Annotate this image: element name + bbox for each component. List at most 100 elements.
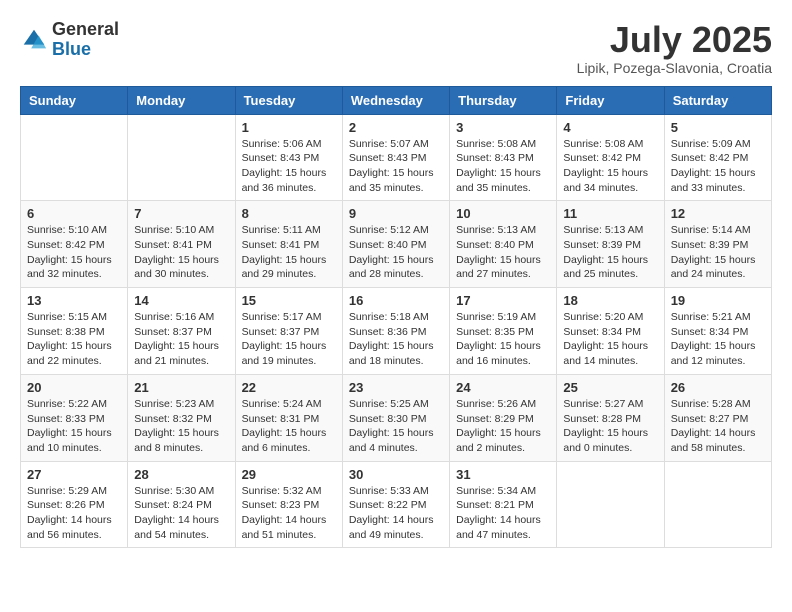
day-number: 27	[27, 467, 121, 482]
day-info: Sunrise: 5:14 AM Sunset: 8:39 PM Dayligh…	[671, 223, 765, 282]
calendar-cell: 30 Sunrise: 5:33 AM Sunset: 8:22 PM Dayli…	[342, 461, 449, 548]
day-number: 2	[349, 120, 443, 135]
calendar-cell: 11Sunrise: 5:13 AM Sunset: 8:39 PM Dayli…	[557, 201, 664, 288]
day-info: Sunrise: 5:34 AM Sunset: 8:21 PM Dayligh…	[456, 484, 550, 543]
day-number: 29	[242, 467, 336, 482]
logo-text: General Blue	[52, 20, 119, 60]
day-info: Sunrise: 5:13 AM Sunset: 8:39 PM Dayligh…	[563, 223, 657, 282]
calendar-day-header: Sunday	[21, 86, 128, 114]
day-number: 15	[242, 293, 336, 308]
day-number: 22	[242, 380, 336, 395]
day-info: Sunrise: 5:16 AM Sunset: 8:37 PM Dayligh…	[134, 310, 228, 369]
day-info: Sunrise: 5:08 AM Sunset: 8:42 PM Dayligh…	[563, 137, 657, 196]
calendar-week-row: 1 Sunrise: 5:06 AM Sunset: 8:43 PM Daylig…	[21, 114, 772, 201]
day-number: 30	[349, 467, 443, 482]
day-info: Sunrise: 5:11 AM Sunset: 8:41 PM Dayligh…	[242, 223, 336, 282]
day-number: 5	[671, 120, 765, 135]
day-number: 17	[456, 293, 550, 308]
day-info: Sunrise: 5:10 AM Sunset: 8:42 PM Dayligh…	[27, 223, 121, 282]
calendar-day-header: Monday	[128, 86, 235, 114]
calendar-day-header: Saturday	[664, 86, 771, 114]
calendar-cell: 31Sunrise: 5:34 AM Sunset: 8:21 PM Dayli…	[450, 461, 557, 548]
calendar-cell: 1 Sunrise: 5:06 AM Sunset: 8:43 PM Daylig…	[235, 114, 342, 201]
calendar-cell: 10Sunrise: 5:13 AM Sunset: 8:40 PM Dayli…	[450, 201, 557, 288]
calendar-cell: 29 Sunrise: 5:32 AM Sunset: 8:23 PM Dayli…	[235, 461, 342, 548]
calendar-cell	[557, 461, 664, 548]
logo-general: General	[52, 19, 119, 39]
day-number: 23	[349, 380, 443, 395]
day-number: 16	[349, 293, 443, 308]
calendar-cell: 21 Sunrise: 5:23 AM Sunset: 8:32 PM Dayli…	[128, 374, 235, 461]
day-info: Sunrise: 5:15 AM Sunset: 8:38 PM Dayligh…	[27, 310, 121, 369]
calendar-cell: 12 Sunrise: 5:14 AM Sunset: 8:39 PM Dayli…	[664, 201, 771, 288]
day-info: Sunrise: 5:10 AM Sunset: 8:41 PM Dayligh…	[134, 223, 228, 282]
calendar-cell: 8 Sunrise: 5:11 AM Sunset: 8:41 PM Daylig…	[235, 201, 342, 288]
calendar-cell: 23 Sunrise: 5:25 AM Sunset: 8:30 PM Dayli…	[342, 374, 449, 461]
day-info: Sunrise: 5:09 AM Sunset: 8:42 PM Dayligh…	[671, 137, 765, 196]
day-info: Sunrise: 5:25 AM Sunset: 8:30 PM Dayligh…	[349, 397, 443, 456]
calendar-day-header: Tuesday	[235, 86, 342, 114]
day-number: 8	[242, 206, 336, 221]
day-info: Sunrise: 5:19 AM Sunset: 8:35 PM Dayligh…	[456, 310, 550, 369]
calendar-cell: 6 Sunrise: 5:10 AM Sunset: 8:42 PM Daylig…	[21, 201, 128, 288]
calendar-week-row: 20 Sunrise: 5:22 AM Sunset: 8:33 PM Dayli…	[21, 374, 772, 461]
calendar-day-header: Friday	[557, 86, 664, 114]
day-number: 7	[134, 206, 228, 221]
calendar-cell: 14Sunrise: 5:16 AM Sunset: 8:37 PM Dayli…	[128, 288, 235, 375]
calendar-cell: 24 Sunrise: 5:26 AM Sunset: 8:29 PM Dayli…	[450, 374, 557, 461]
day-info: Sunrise: 5:28 AM Sunset: 8:27 PM Dayligh…	[671, 397, 765, 456]
day-info: Sunrise: 5:23 AM Sunset: 8:32 PM Dayligh…	[134, 397, 228, 456]
day-info: Sunrise: 5:07 AM Sunset: 8:43 PM Dayligh…	[349, 137, 443, 196]
logo-icon	[20, 26, 48, 54]
logo-blue: Blue	[52, 39, 91, 59]
day-number: 26	[671, 380, 765, 395]
calendar-week-row: 13 Sunrise: 5:15 AM Sunset: 8:38 PM Dayli…	[21, 288, 772, 375]
calendar-cell: 3Sunrise: 5:08 AM Sunset: 8:43 PM Daylig…	[450, 114, 557, 201]
day-info: Sunrise: 5:24 AM Sunset: 8:31 PM Dayligh…	[242, 397, 336, 456]
day-number: 4	[563, 120, 657, 135]
calendar-cell: 25 Sunrise: 5:27 AM Sunset: 8:28 PM Dayli…	[557, 374, 664, 461]
calendar-cell: 5 Sunrise: 5:09 AM Sunset: 8:42 PM Daylig…	[664, 114, 771, 201]
day-number: 13	[27, 293, 121, 308]
day-info: Sunrise: 5:26 AM Sunset: 8:29 PM Dayligh…	[456, 397, 550, 456]
calendar-day-header: Thursday	[450, 86, 557, 114]
logo: General Blue	[20, 20, 119, 60]
day-number: 21	[134, 380, 228, 395]
day-info: Sunrise: 5:32 AM Sunset: 8:23 PM Dayligh…	[242, 484, 336, 543]
day-number: 28	[134, 467, 228, 482]
day-info: Sunrise: 5:17 AM Sunset: 8:37 PM Dayligh…	[242, 310, 336, 369]
day-info: Sunrise: 5:18 AM Sunset: 8:36 PM Dayligh…	[349, 310, 443, 369]
calendar-cell: 26 Sunrise: 5:28 AM Sunset: 8:27 PM Dayli…	[664, 374, 771, 461]
calendar-day-header: Wednesday	[342, 86, 449, 114]
day-info: Sunrise: 5:29 AM Sunset: 8:26 PM Dayligh…	[27, 484, 121, 543]
calendar-cell: 28 Sunrise: 5:30 AM Sunset: 8:24 PM Dayli…	[128, 461, 235, 548]
calendar-cell: 7 Sunrise: 5:10 AM Sunset: 8:41 PM Daylig…	[128, 201, 235, 288]
day-info: Sunrise: 5:06 AM Sunset: 8:43 PM Dayligh…	[242, 137, 336, 196]
calendar-week-row: 27 Sunrise: 5:29 AM Sunset: 8:26 PM Dayli…	[21, 461, 772, 548]
day-number: 12	[671, 206, 765, 221]
day-info: Sunrise: 5:22 AM Sunset: 8:33 PM Dayligh…	[27, 397, 121, 456]
page-header: General Blue July 2025 Lipik, Pozega-Sla…	[20, 20, 772, 76]
day-number: 24	[456, 380, 550, 395]
calendar-cell: 2 Sunrise: 5:07 AM Sunset: 8:43 PM Daylig…	[342, 114, 449, 201]
calendar-cell: 27 Sunrise: 5:29 AM Sunset: 8:26 PM Dayli…	[21, 461, 128, 548]
day-number: 25	[563, 380, 657, 395]
day-number: 6	[27, 206, 121, 221]
calendar-cell: 22 Sunrise: 5:24 AM Sunset: 8:31 PM Dayli…	[235, 374, 342, 461]
calendar-cell: 15 Sunrise: 5:17 AM Sunset: 8:37 PM Dayli…	[235, 288, 342, 375]
day-number: 1	[242, 120, 336, 135]
day-info: Sunrise: 5:20 AM Sunset: 8:34 PM Dayligh…	[563, 310, 657, 369]
calendar-week-row: 6 Sunrise: 5:10 AM Sunset: 8:42 PM Daylig…	[21, 201, 772, 288]
day-info: Sunrise: 5:30 AM Sunset: 8:24 PM Dayligh…	[134, 484, 228, 543]
day-info: Sunrise: 5:12 AM Sunset: 8:40 PM Dayligh…	[349, 223, 443, 282]
main-title: July 2025	[577, 20, 772, 60]
day-info: Sunrise: 5:13 AM Sunset: 8:40 PM Dayligh…	[456, 223, 550, 282]
calendar-cell: 19Sunrise: 5:21 AM Sunset: 8:34 PM Dayli…	[664, 288, 771, 375]
calendar-cell	[664, 461, 771, 548]
day-info: Sunrise: 5:27 AM Sunset: 8:28 PM Dayligh…	[563, 397, 657, 456]
day-info: Sunrise: 5:33 AM Sunset: 8:22 PM Dayligh…	[349, 484, 443, 543]
day-number: 19	[671, 293, 765, 308]
calendar-cell: 16 Sunrise: 5:18 AM Sunset: 8:36 PM Dayli…	[342, 288, 449, 375]
day-number: 20	[27, 380, 121, 395]
calendar-cell: 20 Sunrise: 5:22 AM Sunset: 8:33 PM Dayli…	[21, 374, 128, 461]
